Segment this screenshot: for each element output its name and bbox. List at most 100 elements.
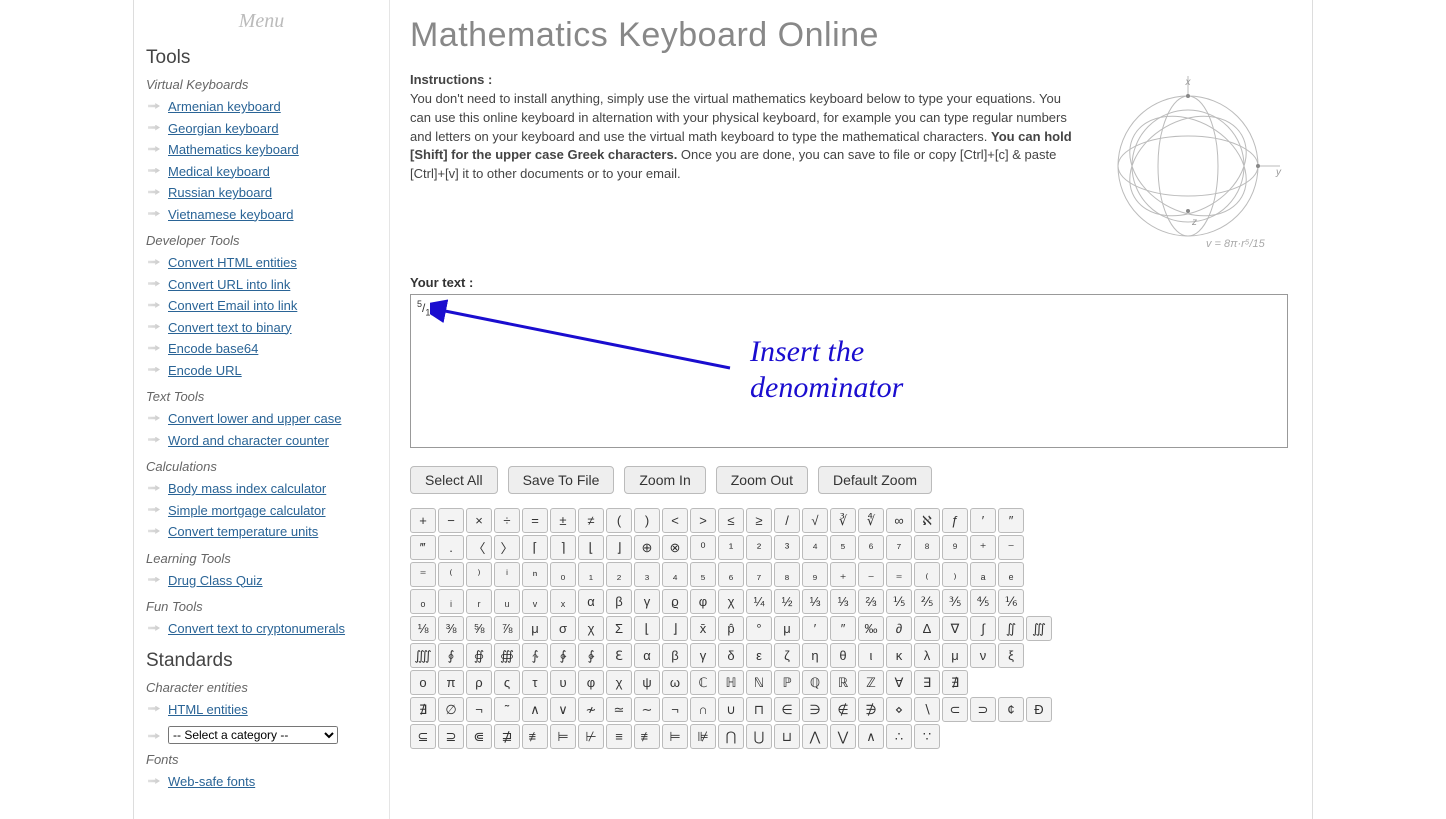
key[interactable]: ≠ [578,508,604,533]
key[interactable]: ∳ [578,643,604,668]
key[interactable]: / [774,508,800,533]
key[interactable]: ᵢ [438,589,464,614]
key[interactable]: p̂ [718,616,744,641]
key[interactable]: ∃ [914,670,940,695]
key[interactable]: ⌊ [578,535,604,560]
key[interactable]: ∄ [410,697,436,722]
save-to-file-button[interactable]: Save To File [508,466,615,494]
key[interactable]: . [438,535,464,560]
key[interactable]: √ [802,508,828,533]
key[interactable]: κ [886,643,912,668]
key[interactable]: ₌ [886,562,912,587]
key[interactable]: ≢ [634,724,660,749]
key[interactable]: ⅝ [466,616,492,641]
key[interactable]: ₇ [746,562,772,587]
key[interactable]: ⁼ [410,562,436,587]
key[interactable]: ⋣ [494,724,520,749]
sidebar-vk-link[interactable]: Georgian keyboard [168,121,279,136]
key[interactable]: ⁶ [858,535,884,560]
key[interactable]: Ð [1026,697,1052,722]
key[interactable]: ∫ [970,616,996,641]
key[interactable]: ₁ [578,562,604,587]
sidebar-calc-link[interactable]: Simple mortgage calculator [168,503,326,518]
key[interactable]: ¬ [466,697,492,722]
sidebar-dev-link[interactable]: Convert URL into link [168,277,290,292]
sidebar-fonts-link[interactable]: Web-safe fonts [168,774,255,789]
key[interactable]: ⁸ [914,535,940,560]
key[interactable]: ∧ [858,724,884,749]
key[interactable]: ⁱ [494,562,520,587]
key[interactable]: ∰ [494,643,520,668]
key[interactable]: ₑ [998,562,1024,587]
key[interactable]: ⋂ [718,724,744,749]
key[interactable]: ″ [998,508,1024,533]
key[interactable]: ⁰ [690,535,716,560]
key[interactable]: ₃ [634,562,660,587]
key[interactable]: ₐ [970,562,996,587]
sidebar-dev-link[interactable]: Encode base64 [168,341,258,356]
key[interactable]: ⌊ [634,616,660,641]
key[interactable]: ₓ [550,589,576,614]
key[interactable]: ∉ [830,697,856,722]
key[interactable]: ℂ [690,670,716,695]
key[interactable]: ∵ [914,724,940,749]
key[interactable]: ⁺ [970,535,996,560]
sidebar-calc-link[interactable]: Body mass index calculator [168,481,326,496]
key[interactable]: ο [410,670,436,695]
key[interactable]: ≤ [718,508,744,533]
key[interactable]: ⁻ [998,535,1024,560]
key[interactable]: ″ [830,616,856,641]
key[interactable]: ≥ [746,508,772,533]
key[interactable]: ˜ [494,697,520,722]
key[interactable]: ₒ [410,589,436,614]
key[interactable]: μ [774,616,800,641]
key[interactable]: 〈 [466,535,492,560]
key[interactable]: ∪ [718,697,744,722]
key[interactable]: ² [746,535,772,560]
key[interactable]: ι [858,643,884,668]
key[interactable]: ⋁ [830,724,856,749]
key[interactable]: ∇ [942,616,968,641]
key[interactable]: ⊇ [438,724,464,749]
key[interactable]: ≃ [606,697,632,722]
key[interactable]: ⊯ [690,724,716,749]
key[interactable]: ∋ [802,697,828,722]
key[interactable]: ∌ [858,697,884,722]
key[interactable]: ⅔ [858,589,884,614]
sidebar-tt-link[interactable]: Word and character counter [168,433,329,448]
key[interactable]: ⌈ [522,535,548,560]
key[interactable]: β [606,589,632,614]
key[interactable]: ⁾ [466,562,492,587]
key[interactable]: χ [718,589,744,614]
key[interactable]: ⌉ [550,535,576,560]
key[interactable]: ⊗ [662,535,688,560]
key[interactable]: ∂ [886,616,912,641]
character-entities-select[interactable]: -- Select a category -- [168,726,338,744]
key[interactable]: ⅕ [886,589,912,614]
key[interactable]: σ [550,616,576,641]
key[interactable]: α [634,643,660,668]
key[interactable]: φ [578,670,604,695]
key[interactable]: ψ [634,670,660,695]
text-input[interactable]: 5/15 [410,294,1288,448]
key[interactable]: ⊨ [662,724,688,749]
key[interactable]: ⋄ [886,697,912,722]
key[interactable]: ( [606,508,632,533]
key[interactable]: ⋀ [802,724,828,749]
key[interactable]: τ [522,670,548,695]
key[interactable]: ⊃ [970,697,996,722]
key[interactable]: ⁷ [886,535,912,560]
key[interactable]: ⊬ [578,724,604,749]
sidebar-dev-link[interactable]: Encode URL [168,363,242,378]
key[interactable]: ∞ [886,508,912,533]
key[interactable]: ρ [466,670,492,695]
key[interactable]: ϱ [662,589,688,614]
key[interactable]: ≡ [606,724,632,749]
key[interactable]: ᵣ [466,589,492,614]
key[interactable]: ⌋ [606,535,632,560]
key[interactable]: ℤ [858,670,884,695]
key[interactable]: ∯ [466,643,492,668]
key[interactable]: ¬ [662,697,688,722]
key[interactable]: + [410,508,436,533]
key[interactable]: ‰ [858,616,884,641]
